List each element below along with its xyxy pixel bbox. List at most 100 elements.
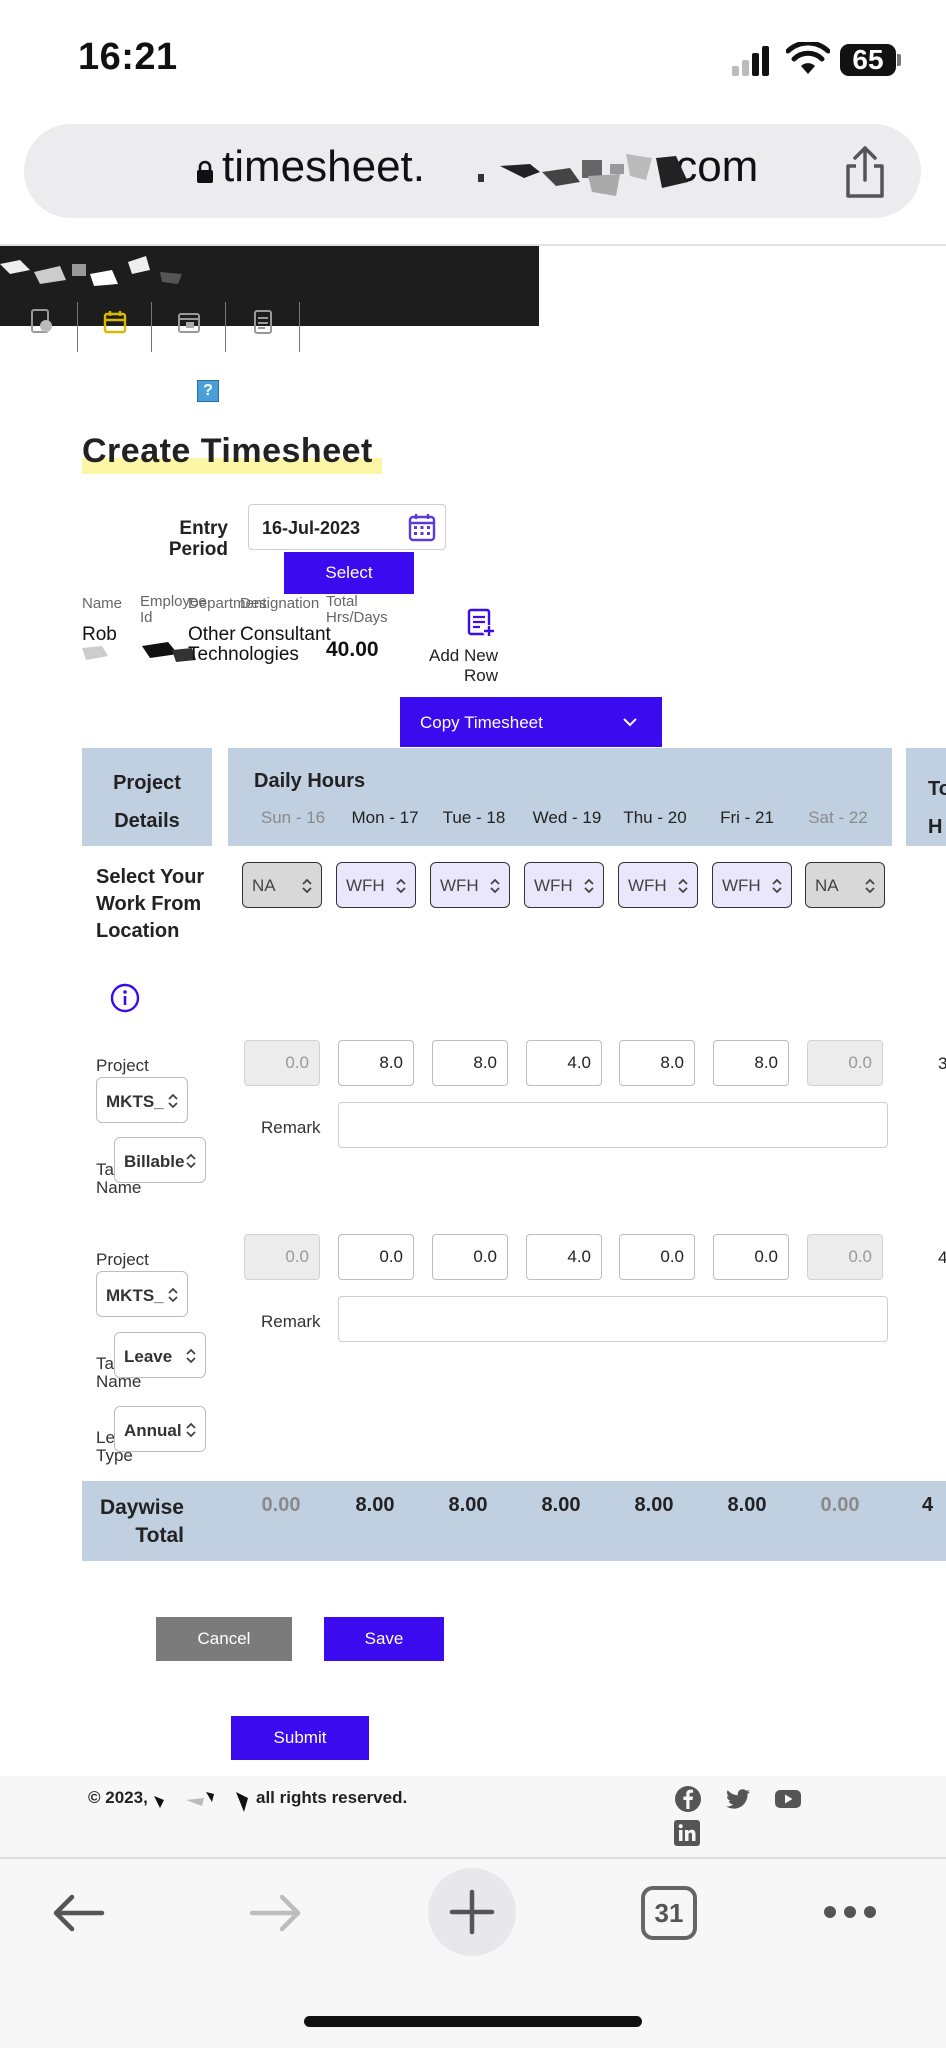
row1-remark-input[interactable] bbox=[338, 1102, 888, 1148]
total-hrs-label: Total Hrs/Days bbox=[326, 593, 388, 626]
daywise-total-wed: 8.00 bbox=[541, 1494, 581, 1516]
schedule-icon bbox=[178, 313, 200, 333]
status-time: 16:21 bbox=[78, 36, 178, 78]
add-row-icon[interactable] bbox=[466, 608, 496, 638]
nav-tab-home[interactable] bbox=[4, 302, 78, 352]
row2-project-select[interactable]: MKTS_ bbox=[96, 1271, 188, 1317]
chevron-down-icon bbox=[623, 718, 637, 727]
row1-hours-mon[interactable]: 8.0 bbox=[338, 1040, 414, 1086]
lock-icon bbox=[197, 160, 213, 183]
select-arrows-icon bbox=[490, 878, 500, 894]
daywise-total-sun: 0.00 bbox=[261, 1494, 301, 1516]
back-arrow-icon[interactable] bbox=[48, 1888, 108, 1938]
task-value: Leave bbox=[124, 1347, 173, 1366]
select-arrows-icon bbox=[678, 878, 688, 894]
row2-remark-input[interactable] bbox=[338, 1296, 888, 1342]
location-value: WFH bbox=[346, 876, 385, 895]
row2-leave-type-select[interactable]: Annual bbox=[114, 1406, 206, 1452]
forward-arrow-icon[interactable] bbox=[246, 1888, 306, 1938]
row2-hours-sat: 0.0 bbox=[807, 1234, 883, 1280]
facebook-icon[interactable] bbox=[674, 1785, 702, 1813]
row2-hours-mon[interactable]: 0.0 bbox=[338, 1234, 414, 1280]
home-indicator bbox=[304, 2016, 642, 2027]
plus-icon bbox=[449, 1889, 495, 1935]
row1-task-select[interactable]: Billable bbox=[114, 1137, 206, 1183]
help-icon[interactable]: ? bbox=[197, 380, 219, 402]
linkedin-icon[interactable] bbox=[674, 1820, 700, 1846]
submit-button[interactable]: Submit bbox=[231, 1716, 369, 1760]
row1-hours-tue[interactable]: 8.0 bbox=[432, 1040, 508, 1086]
calendar-tab-icon bbox=[103, 311, 127, 334]
day-header-fri: Fri - 21 bbox=[720, 808, 774, 827]
add-new-row-button[interactable]: Add New Row bbox=[426, 646, 498, 686]
nav-tab-reports[interactable] bbox=[226, 302, 300, 352]
select-arrows-icon bbox=[865, 878, 875, 894]
redacted-company-name bbox=[154, 1792, 248, 1812]
select-arrows-icon bbox=[772, 878, 782, 894]
designation-label: Designation bbox=[240, 595, 320, 612]
day-header-sun: Sun - 16 bbox=[260, 808, 326, 827]
copyright-suffix: all rights reserved. bbox=[256, 1788, 408, 1807]
location-select-sun[interactable]: NA bbox=[242, 862, 322, 908]
project-value: MKTS_ bbox=[106, 1092, 164, 1111]
location-select-mon[interactable]: WFH bbox=[336, 862, 416, 908]
location-value: WFH bbox=[722, 876, 761, 895]
row1-project-select[interactable]: MKTS_ bbox=[96, 1077, 188, 1123]
daily-hours-header bbox=[228, 748, 892, 846]
row1-hours-thu[interactable]: 8.0 bbox=[619, 1040, 695, 1086]
select-button[interactable]: Select bbox=[284, 552, 414, 594]
nav-tab-schedule[interactable] bbox=[152, 302, 226, 352]
row1-hours-sun: 0.0 bbox=[244, 1040, 320, 1086]
share-icon[interactable] bbox=[842, 144, 888, 200]
select-arrows-icon bbox=[186, 1422, 196, 1438]
cancel-button[interactable]: Cancel bbox=[156, 1617, 292, 1661]
row2-task-select[interactable]: Leave bbox=[114, 1332, 206, 1378]
more-options-icon[interactable] bbox=[822, 1904, 878, 1920]
location-value: WFH bbox=[534, 876, 573, 895]
page-title: Create Timesheet bbox=[82, 432, 373, 470]
day-header-wed: Wed - 19 bbox=[532, 808, 602, 827]
location-select-tue[interactable]: WFH bbox=[430, 862, 510, 908]
nav-tab-timesheet[interactable] bbox=[78, 302, 152, 352]
location-select-fri[interactable]: WFH bbox=[712, 862, 792, 908]
youtube-icon[interactable] bbox=[774, 1785, 802, 1813]
row1-project-label: Project bbox=[96, 1056, 149, 1075]
select-arrows-icon bbox=[186, 1153, 196, 1169]
row2-hours-thu[interactable]: 0.0 bbox=[619, 1234, 695, 1280]
select-arrows-icon bbox=[302, 878, 312, 894]
row2-hours-tue[interactable]: 0.0 bbox=[432, 1234, 508, 1280]
row1-hours-wed[interactable]: 4.0 bbox=[526, 1040, 602, 1086]
battery-indicator: 65 bbox=[840, 44, 896, 76]
report-icon bbox=[254, 310, 272, 334]
battery-cap bbox=[897, 54, 901, 66]
page-icon bbox=[31, 309, 52, 333]
tabs-overview-button[interactable]: 31 bbox=[641, 1886, 697, 1940]
redacted-employee-id bbox=[82, 642, 196, 662]
location-value: NA bbox=[252, 876, 276, 895]
entry-period-label: Entry Period bbox=[168, 518, 228, 560]
row2-hours-fri[interactable]: 0.0 bbox=[713, 1234, 789, 1280]
daywise-total-mon: 8.00 bbox=[355, 1494, 395, 1516]
daywise-total-sat: 0.00 bbox=[820, 1494, 860, 1516]
location-select-thu[interactable]: WFH bbox=[618, 862, 698, 908]
day-header-sat: Sat - 22 bbox=[808, 808, 868, 827]
calendar-icon[interactable] bbox=[408, 512, 436, 542]
daywise-total-row bbox=[82, 1481, 946, 1561]
twitter-icon[interactable] bbox=[724, 1785, 752, 1813]
row2-hours-wed[interactable]: 4.0 bbox=[526, 1234, 602, 1280]
save-button[interactable]: Save bbox=[324, 1617, 444, 1661]
row2-remark-label: Remark bbox=[261, 1312, 321, 1331]
row1-total: 3 bbox=[938, 1054, 946, 1073]
project-value: MKTS_ bbox=[106, 1286, 164, 1305]
location-select-sat[interactable]: NA bbox=[805, 862, 885, 908]
name-label: Name bbox=[82, 595, 123, 612]
copyright-prefix: © 2023, bbox=[88, 1788, 148, 1807]
url-domain: timesheet. bbox=[222, 142, 425, 191]
task-value: Billable bbox=[124, 1152, 185, 1171]
location-select-wed[interactable]: WFH bbox=[524, 862, 604, 908]
info-icon[interactable] bbox=[109, 982, 141, 1014]
location-value: WFH bbox=[628, 876, 667, 895]
row1-hours-fri[interactable]: 8.0 bbox=[713, 1040, 789, 1086]
row1-remark-label: Remark bbox=[261, 1118, 321, 1137]
select-arrows-icon bbox=[186, 1348, 196, 1364]
